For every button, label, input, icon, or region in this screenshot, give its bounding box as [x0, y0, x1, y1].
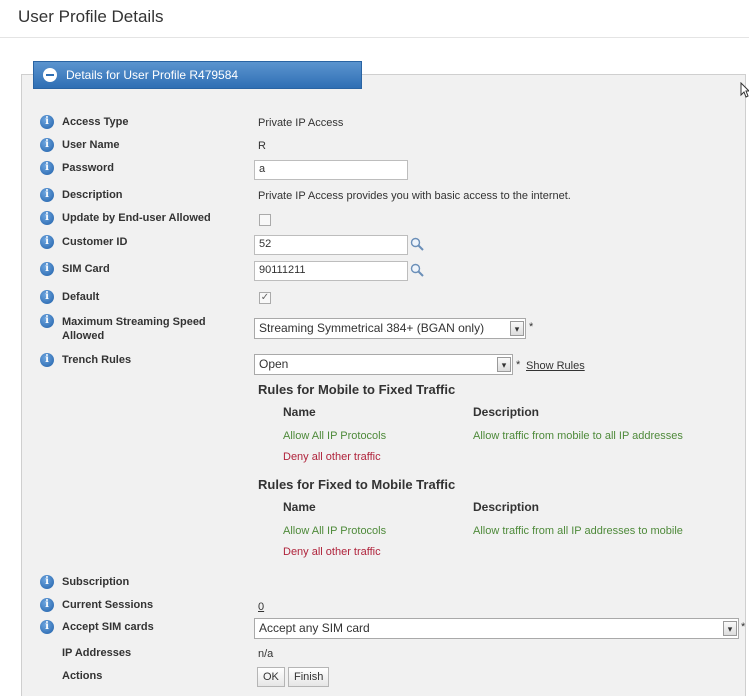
info-icon[interactable]: i	[40, 138, 54, 152]
max-streaming-selected: Streaming Symmetrical 384+ (BGAN only)	[259, 321, 485, 335]
panel-header[interactable]: Details for User Profile R479584	[33, 61, 362, 89]
accept-sim-selected: Accept any SIM card	[259, 621, 370, 635]
info-icon[interactable]: i	[40, 188, 54, 202]
trench-rules-label: Trench Rules	[62, 354, 132, 366]
rules-col-description: Description	[473, 500, 540, 514]
ip-addresses-value: n/a	[258, 648, 274, 660]
info-icon[interactable]: i	[40, 211, 54, 225]
info-icon[interactable]: i	[40, 115, 54, 129]
title-divider	[0, 37, 749, 38]
rule-name: Deny all other traffic	[283, 451, 381, 463]
info-icon[interactable]: i	[40, 262, 54, 276]
user-name-label: User Name	[62, 139, 120, 151]
show-rules-link[interactable]: Show Rules	[526, 360, 585, 372]
current-sessions-link[interactable]: 0	[258, 601, 264, 613]
default-label: Default	[62, 291, 100, 303]
info-icon[interactable]: i	[40, 290, 54, 304]
subscription-label: Subscription	[62, 576, 130, 588]
chevron-down-icon[interactable]: ▾	[510, 321, 524, 336]
required-mark: *	[741, 621, 746, 633]
trench-rules-selected: Open	[259, 357, 289, 371]
ok-button[interactable]: OK	[257, 667, 285, 687]
description-label: Description	[62, 189, 123, 201]
max-streaming-label: Maximum Streaming Speed Allowed	[62, 316, 206, 342]
finish-button[interactable]: Finish	[288, 667, 330, 687]
rule-name: Deny all other traffic	[283, 546, 381, 558]
user-name-value: R	[258, 140, 266, 152]
rule-description: Allow traffic from all IP addresses to m…	[473, 525, 683, 537]
sim-card-field[interactable]: 90111211	[254, 261, 408, 281]
page-title: User Profile Details	[18, 7, 164, 26]
actions-label: Actions	[62, 670, 103, 682]
ip-addresses-label: IP Addresses	[62, 647, 132, 659]
info-icon[interactable]: i	[40, 235, 54, 249]
update-allowed-checkbox[interactable]	[259, 214, 271, 226]
password-field[interactable]: a	[254, 160, 408, 180]
chevron-down-icon[interactable]: ▾	[497, 357, 511, 372]
password-label: Password	[62, 162, 114, 174]
accept-sim-label: Accept SIM cards	[62, 621, 154, 633]
panel-header-title: Details for User Profile R479584	[66, 68, 239, 82]
info-icon[interactable]: i	[40, 620, 54, 634]
info-icon[interactable]: i	[40, 575, 54, 589]
info-icon[interactable]: i	[40, 353, 54, 367]
required-mark: *	[529, 321, 534, 333]
info-icon[interactable]: i	[40, 598, 54, 612]
rule-description: Allow traffic from mobile to all IP addr…	[473, 430, 683, 442]
access-type-label: Access Type	[62, 116, 129, 128]
rules-col-description: Description	[473, 405, 540, 419]
rules-col-name: Name	[283, 405, 316, 419]
search-icon[interactable]	[410, 237, 424, 251]
mouse-cursor-icon	[740, 82, 749, 98]
collapse-icon[interactable]	[43, 68, 57, 82]
rules-fixed-to-mobile-heading: Rules for Fixed to Mobile Traffic	[258, 477, 456, 492]
max-streaming-select[interactable]: Streaming Symmetrical 384+ (BGAN only) ▾	[254, 318, 526, 339]
update-allowed-label: Update by End-user Allowed	[62, 212, 211, 224]
search-icon[interactable]	[410, 263, 424, 277]
info-icon[interactable]: i	[40, 314, 54, 328]
description-value: Private IP Access provides you with basi…	[258, 190, 571, 202]
default-checkbox[interactable]: ✓	[259, 292, 271, 304]
customer-id-label: Customer ID	[62, 236, 128, 248]
current-sessions-label: Current Sessions	[62, 599, 154, 611]
rule-name: Allow All IP Protocols	[283, 525, 387, 537]
accept-sim-select[interactable]: Accept any SIM card ▾	[254, 618, 739, 639]
access-type-value: Private IP Access	[258, 117, 344, 129]
rules-mobile-to-fixed-heading: Rules for Mobile to Fixed Traffic	[258, 382, 456, 397]
sim-card-label: SIM Card	[62, 263, 110, 275]
info-icon[interactable]: i	[40, 161, 54, 175]
customer-id-field[interactable]: 52	[254, 235, 408, 255]
trench-rules-select[interactable]: Open ▾	[254, 354, 513, 375]
rules-col-name: Name	[283, 500, 316, 514]
required-mark: *	[516, 359, 521, 371]
chevron-down-icon[interactable]: ▾	[723, 621, 737, 636]
rule-name: Allow All IP Protocols	[283, 430, 387, 442]
